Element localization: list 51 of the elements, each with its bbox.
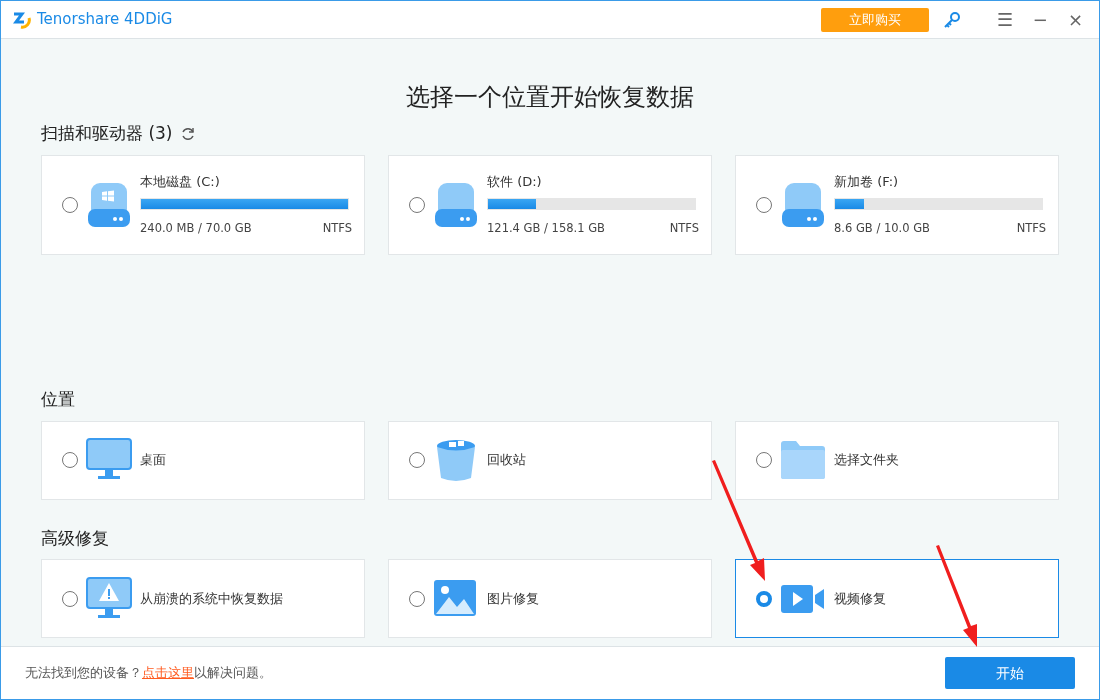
drive-icon	[782, 182, 824, 227]
section-title: 扫描和驱动器 (3)	[41, 122, 173, 145]
key-icon[interactable]	[942, 10, 961, 29]
location-card[interactable]: 回收站	[388, 420, 712, 500]
drive-card[interactable]: 软件 (D:) 121.4 GB / 158.1 GB NTFS	[388, 154, 712, 255]
option-label: 桌面	[140, 451, 166, 470]
drive-card[interactable]: 本地磁盘 (C:) 240.0 MB / 70.0 GB NTFS	[41, 154, 365, 255]
drive-name: 软件 (D:)	[487, 173, 543, 192]
monitor-warning-icon	[86, 576, 132, 621]
folder-icon	[780, 438, 826, 482]
app-title: Tenorshare 4DDiG	[37, 9, 173, 31]
drive-usage: 8.6 GB / 10.0 GB	[834, 219, 930, 237]
location-card[interactable]: 视频修复	[735, 559, 1059, 638]
drive-name: 新加卷 (F:)	[834, 173, 900, 192]
drive-card[interactable]: 新加卷 (F:) 8.6 GB / 10.0 GB NTFS	[735, 154, 1059, 255]
help-text: 无法找到您的设备？点击这里以解决问题。	[25, 664, 273, 683]
option-label: 图片修复	[487, 589, 539, 608]
page-heading: 选择一个位置开始恢复数据	[405, 82, 695, 113]
radio-button[interactable]	[62, 590, 78, 607]
drive-usage: 240.0 MB / 70.0 GB	[140, 219, 252, 237]
radio-button[interactable]	[409, 196, 425, 213]
file-system: NTFS	[1016, 219, 1046, 237]
drive-usage: 121.4 GB / 158.1 GB	[487, 219, 605, 237]
location-card[interactable]: 桌面	[41, 420, 365, 500]
radio-button[interactable]	[62, 196, 78, 213]
close-button[interactable]: ×	[1061, 10, 1089, 29]
monitor-icon	[86, 438, 132, 482]
location-card[interactable]: 选择文件夹	[735, 420, 1059, 500]
drive-icon	[435, 182, 477, 227]
file-system: NTFS	[669, 219, 699, 237]
section-title: 位置	[41, 388, 75, 411]
radio-button[interactable]	[62, 452, 78, 468]
start-button[interactable]: 开始	[945, 657, 1075, 689]
option-label: 选择文件夹	[834, 451, 899, 470]
radio-button[interactable]	[409, 590, 425, 607]
section-title: 高级修复	[41, 526, 109, 550]
minimize-button[interactable]: −	[1026, 10, 1054, 29]
radio-button[interactable]	[756, 590, 772, 607]
file-system: NTFS	[322, 219, 352, 237]
radio-button[interactable]	[409, 452, 425, 468]
menu-button[interactable]: ☰	[990, 10, 1019, 29]
radio-button[interactable]	[756, 452, 772, 468]
option-label: 回收站	[487, 451, 526, 470]
location-card[interactable]: 从崩溃的系统中恢复数据	[41, 559, 365, 638]
radio-button[interactable]	[756, 196, 772, 213]
option-label: 视频修复	[834, 589, 886, 608]
refresh-icon[interactable]	[180, 125, 197, 142]
drive-name: 本地磁盘 (C:)	[140, 173, 221, 192]
drive-icon	[88, 182, 130, 227]
option-label: 从崩溃的系统中恢复数据	[140, 589, 283, 608]
location-card[interactable]: 图片修复	[388, 559, 712, 638]
